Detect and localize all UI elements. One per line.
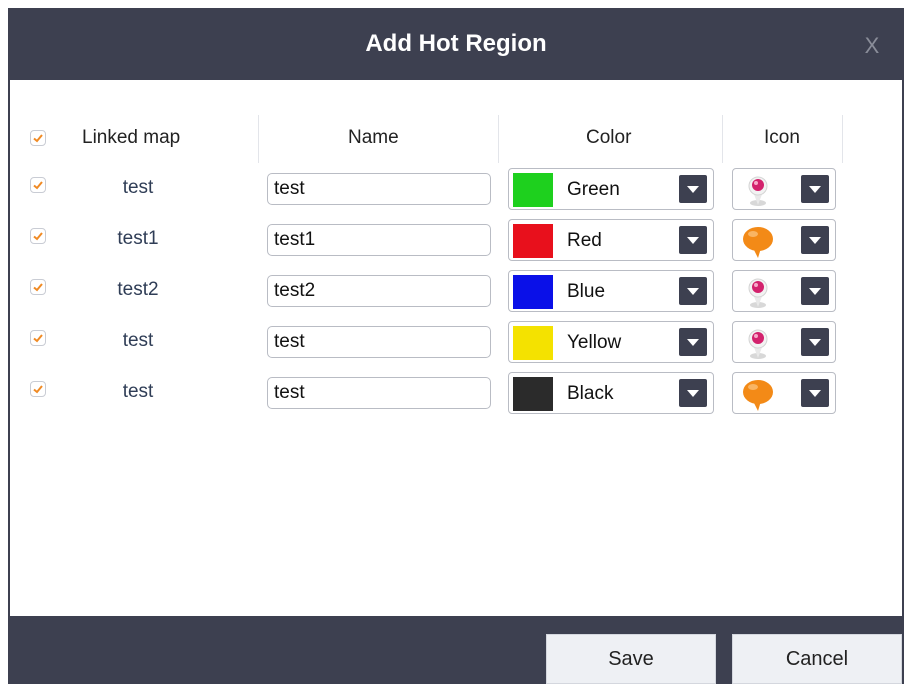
color-label: Blue — [567, 281, 606, 302]
color-swatch — [513, 326, 553, 360]
chevron-down-icon[interactable] — [679, 175, 707, 203]
name-input[interactable] — [267, 224, 491, 256]
chevron-down-icon[interactable] — [801, 226, 829, 254]
pink-pin-icon — [748, 176, 768, 206]
chevron-down-icon[interactable] — [801, 379, 829, 407]
linked-map-label: test — [122, 381, 154, 402]
color-select[interactable]: Yellow — [508, 321, 714, 363]
row-checkbox[interactable] — [30, 330, 46, 346]
color-swatch — [513, 275, 553, 309]
header-color: Color — [586, 127, 632, 148]
pink-pin-icon — [748, 278, 768, 308]
cancel-button[interactable]: Cancel — [732, 634, 902, 684]
chevron-down-icon[interactable] — [679, 226, 707, 254]
color-label: Red — [567, 230, 602, 251]
icon-select[interactable] — [732, 270, 836, 312]
pink-pin-icon — [748, 329, 768, 359]
icon-select[interactable] — [732, 168, 836, 210]
color-label: Black — [567, 383, 614, 404]
chevron-down-icon[interactable] — [801, 328, 829, 356]
linked-map-label: test1 — [117, 228, 159, 249]
checkmark-icon — [33, 181, 43, 190]
row-checkbox[interactable] — [30, 228, 46, 244]
checkmark-icon — [33, 334, 43, 343]
color-select[interactable]: Green — [508, 168, 714, 210]
color-select[interactable]: Red — [508, 219, 714, 261]
name-input[interactable] — [267, 377, 491, 409]
color-select[interactable]: Black — [508, 372, 714, 414]
checkmark-icon — [33, 385, 43, 394]
chevron-down-icon[interactable] — [801, 277, 829, 305]
row-checkbox[interactable] — [30, 279, 46, 295]
chevron-down-icon[interactable] — [801, 175, 829, 203]
color-swatch — [513, 224, 553, 258]
header-linked-map: Linked map — [82, 127, 181, 148]
checkmark-icon — [33, 283, 43, 292]
color-swatch — [513, 377, 553, 411]
chevron-down-icon[interactable] — [679, 277, 707, 305]
chevron-down-icon[interactable] — [679, 328, 707, 356]
column-divider — [258, 115, 259, 163]
save-button[interactable]: Save — [546, 634, 716, 684]
row-checkbox[interactable] — [30, 381, 46, 397]
orange-balloon-icon — [743, 227, 773, 258]
color-select[interactable]: Blue — [508, 270, 714, 312]
icon-select[interactable] — [732, 219, 836, 261]
chevron-down-icon[interactable] — [679, 379, 707, 407]
row-checkbox[interactable] — [30, 177, 46, 193]
icon-select[interactable] — [732, 321, 836, 363]
header-icon: Icon — [764, 127, 800, 148]
close-icon[interactable]: X — [860, 32, 884, 60]
icon-select[interactable] — [732, 372, 836, 414]
dialog-title: Add Hot Region — [365, 30, 547, 57]
name-input[interactable] — [267, 173, 491, 205]
header-name: Name — [348, 127, 399, 148]
color-swatch — [513, 173, 553, 207]
select-all-checkbox[interactable] — [30, 130, 46, 146]
name-input[interactable] — [267, 326, 491, 358]
linked-map-label: test2 — [117, 279, 159, 300]
column-divider — [722, 115, 723, 163]
color-label: Yellow — [567, 332, 622, 353]
checkmark-icon — [33, 134, 43, 143]
name-input[interactable] — [267, 275, 491, 307]
color-label: Green — [567, 179, 620, 200]
dialog-titlebar: Add Hot Region X — [8, 8, 904, 80]
dialog-footer: Save Cancel — [8, 616, 904, 684]
checkmark-icon — [33, 232, 43, 241]
linked-map-label: test — [122, 177, 154, 198]
orange-balloon-icon — [743, 380, 773, 411]
column-divider — [498, 115, 499, 163]
linked-map-label: test — [122, 330, 154, 351]
column-divider — [842, 115, 843, 163]
